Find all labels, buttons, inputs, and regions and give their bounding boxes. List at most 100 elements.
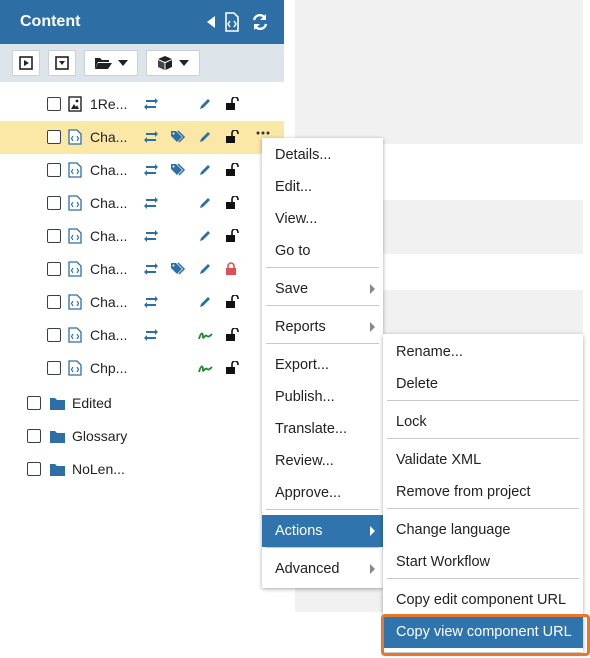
- row-checkbox[interactable]: [27, 462, 41, 476]
- menu-item-label: View...: [275, 211, 318, 227]
- submenu-item-start-workflow[interactable]: Start Workflow: [383, 546, 583, 578]
- menu-item-publish[interactable]: Publish...: [262, 381, 383, 413]
- content-panel: Content 1Re... Cha... Cha... Cha... Cha... Ch…: [0, 0, 284, 658]
- chevron-right-icon: [370, 284, 375, 294]
- file-row[interactable]: Cha...: [0, 121, 284, 154]
- menu-item-details[interactable]: Details...: [262, 139, 383, 171]
- submenu-item-remove-from-project[interactable]: Remove from project: [383, 476, 583, 508]
- panel-title: Content: [20, 13, 81, 30]
- folder-row[interactable]: NoLen...: [0, 453, 284, 486]
- row-checkbox[interactable]: [47, 262, 61, 276]
- menu-item-go-to[interactable]: Go to: [262, 235, 383, 267]
- xml-file-icon: [68, 228, 82, 244]
- pencil-icon: [198, 130, 214, 146]
- file-row[interactable]: Chp...: [0, 352, 284, 385]
- unlock-icon: [224, 294, 240, 311]
- file-row[interactable]: Cha...: [0, 253, 284, 286]
- menu-item-translate[interactable]: Translate...: [262, 413, 383, 445]
- menu-item-approve[interactable]: Approve...: [262, 477, 383, 509]
- file-row[interactable]: Cha...: [0, 154, 284, 187]
- menu-item-label: Save: [275, 281, 309, 297]
- sync-icon: [143, 229, 159, 245]
- folder-icon: [50, 397, 65, 413]
- file-name[interactable]: Cha...: [90, 129, 127, 145]
- folder-row[interactable]: Edited: [0, 387, 284, 420]
- collapse-left-icon[interactable]: [202, 12, 222, 32]
- file-row[interactable]: Cha...: [0, 319, 284, 352]
- folder-name[interactable]: NoLen...: [72, 461, 125, 477]
- menu-item-reports[interactable]: Reports: [262, 311, 383, 343]
- file-name[interactable]: 1Re...: [90, 96, 127, 112]
- file-name[interactable]: Cha...: [90, 261, 127, 277]
- menu-item-label: Details...: [275, 147, 332, 163]
- folder-open-icon: [95, 58, 112, 69]
- unlock-icon: [224, 195, 240, 212]
- chevron-down-icon: [179, 60, 189, 66]
- pencil-icon: [198, 262, 214, 278]
- xml-file-icon: [68, 162, 82, 178]
- file-name[interactable]: Cha...: [90, 162, 127, 178]
- file-name[interactable]: Cha...: [90, 195, 127, 211]
- submenu-item-rename[interactable]: Rename...: [383, 336, 583, 368]
- row-checkbox[interactable]: [47, 130, 61, 144]
- row-checkbox[interactable]: [27, 429, 41, 443]
- file-name[interactable]: Cha...: [90, 228, 127, 244]
- folder-row[interactable]: Glossary: [0, 420, 284, 453]
- menu-item-review[interactable]: Review...: [262, 445, 383, 477]
- row-checkbox[interactable]: [47, 328, 61, 342]
- xml-file-icon: [68, 360, 82, 376]
- submenu-item-lock[interactable]: Lock: [383, 406, 583, 438]
- dropdown-box-icon: [55, 56, 69, 70]
- menu-item-label: Validate XML: [396, 452, 482, 468]
- folder-name[interactable]: Glossary: [72, 428, 127, 444]
- menu-divider: [387, 578, 579, 579]
- menu-item-label: Export...: [275, 357, 329, 373]
- folder-menu-button[interactable]: [84, 50, 138, 76]
- submenu-item-copy-edit-component-url[interactable]: Copy edit component URL: [383, 584, 583, 616]
- tag-icon: [170, 130, 186, 146]
- unlock-icon: [224, 228, 240, 245]
- menu-item-advanced[interactable]: Advanced: [262, 553, 383, 585]
- submenu-item-validate-xml[interactable]: Validate XML: [383, 444, 583, 476]
- row-checkbox[interactable]: [47, 196, 61, 210]
- file-name[interactable]: Chp...: [90, 360, 127, 376]
- chevron-right-icon: [370, 322, 375, 332]
- actions-submenu: Rename... Delete Lock Validate XML Remove fr…: [383, 334, 583, 652]
- menu-item-export[interactable]: Export...: [262, 349, 383, 381]
- file-row[interactable]: 1Re...: [0, 88, 284, 121]
- menu-item-actions[interactable]: Actions: [262, 515, 383, 547]
- unlock-icon: [224, 96, 240, 113]
- xml-document-icon[interactable]: [222, 12, 242, 32]
- row-checkbox[interactable]: [47, 163, 61, 177]
- pencil-icon: [198, 196, 214, 212]
- menu-item-save[interactable]: Save: [262, 273, 383, 305]
- menu-item-view[interactable]: View...: [262, 203, 383, 235]
- pencil-icon: [198, 229, 214, 245]
- unlock-icon: [224, 162, 240, 179]
- dropdown-box-button[interactable]: [48, 50, 76, 76]
- menu-item-edit[interactable]: Edit...: [262, 171, 383, 203]
- row-checkbox[interactable]: [27, 396, 41, 410]
- file-row[interactable]: Cha...: [0, 286, 284, 319]
- chevron-right-icon: [370, 564, 375, 574]
- submenu-item-delete[interactable]: Delete: [383, 368, 583, 400]
- row-checkbox[interactable]: [47, 361, 61, 375]
- row-checkbox[interactable]: [47, 229, 61, 243]
- folder-name[interactable]: Edited: [72, 395, 112, 411]
- menu-item-label: Reports: [275, 319, 326, 335]
- context-menu: Details... Edit... View... Go to Save Reports…: [262, 138, 383, 588]
- menu-item-label: Start Workflow: [396, 554, 491, 570]
- file-row[interactable]: Cha...: [0, 220, 284, 253]
- sync-icon: [143, 97, 159, 113]
- submenu-item-change-language[interactable]: Change language: [383, 514, 583, 546]
- play-button[interactable]: [12, 50, 40, 76]
- component-menu-button[interactable]: [146, 50, 200, 76]
- row-checkbox[interactable]: [47, 97, 61, 111]
- refresh-icon[interactable]: [250, 12, 270, 32]
- row-checkbox[interactable]: [47, 295, 61, 309]
- file-row[interactable]: Cha...: [0, 187, 284, 220]
- file-name[interactable]: Cha...: [90, 294, 127, 310]
- file-name[interactable]: Cha...: [90, 327, 127, 343]
- menu-item-label: Copy edit component URL: [396, 592, 567, 608]
- folder-icon: [50, 463, 65, 479]
